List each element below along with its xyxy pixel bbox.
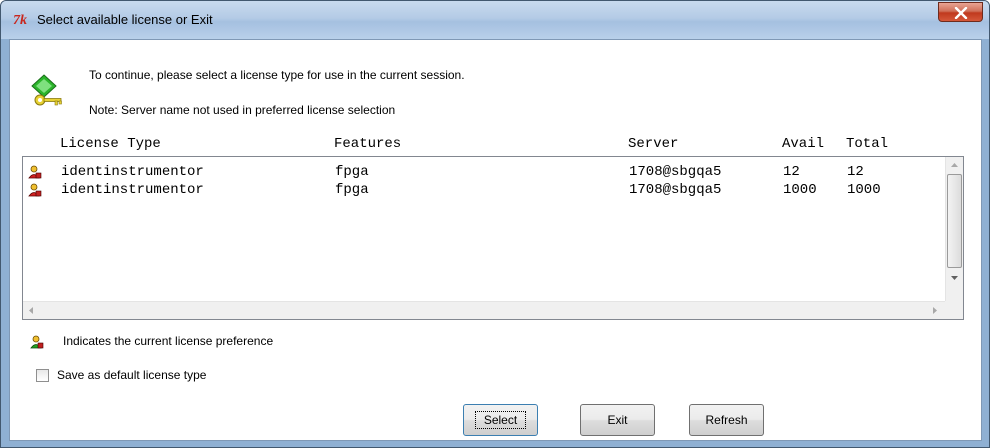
scroll-up-arrow-icon[interactable] — [946, 157, 963, 174]
server-cell: 1708@sbgqa5 — [629, 182, 722, 198]
column-header-avail: Avail — [782, 136, 825, 152]
save-default-checkbox[interactable] — [36, 369, 49, 382]
refresh-button-label: Refresh — [705, 413, 748, 427]
scroll-down-arrow-icon[interactable] — [946, 269, 963, 286]
avail-cell: 12 — [783, 164, 800, 180]
license-user-icon — [28, 165, 42, 179]
license-list[interactable]: identinstrumentor fpga 1708@sbgqa5 12 12… — [22, 156, 964, 320]
column-header-license-type: License Type — [60, 136, 161, 152]
avail-cell: 1000 — [783, 182, 817, 198]
select-button-label: Select — [474, 411, 527, 429]
total-cell: 1000 — [847, 182, 881, 198]
window-title: Select available license or Exit — [37, 12, 213, 27]
scrollbar-corner — [945, 301, 963, 319]
select-button[interactable]: Select — [463, 404, 538, 436]
column-header-total: Total — [846, 136, 889, 152]
close-icon — [954, 7, 968, 19]
svg-text:7k: 7k — [13, 13, 27, 28]
instruction-text: To continue, please select a license typ… — [89, 68, 465, 82]
features-cell: fpga — [335, 164, 369, 180]
license-type-cell: identinstrumentor — [61, 182, 204, 198]
preferred-license-icon — [30, 335, 44, 349]
vertical-scroll-thumb[interactable] — [947, 174, 962, 268]
tk-feather-icon: 7k — [13, 10, 33, 28]
server-cell: 1708@sbgqa5 — [629, 164, 722, 180]
save-default-label[interactable]: Save as default license type — [57, 368, 206, 382]
legend-text: Indicates the current license preference — [63, 334, 274, 348]
features-cell: fpga — [335, 182, 369, 198]
close-button[interactable] — [938, 2, 983, 22]
total-cell: 12 — [847, 164, 864, 180]
refresh-button[interactable]: Refresh — [689, 404, 764, 436]
exit-button-label: Exit — [607, 413, 628, 427]
license-user-icon — [28, 183, 42, 197]
scroll-right-arrow-icon[interactable] — [926, 302, 943, 319]
list-item[interactable]: identinstrumentor fpga 1708@sbgqa5 12 12 — [23, 163, 943, 181]
title-bar[interactable]: 7k Select available license or Exit — [1, 1, 989, 39]
list-item[interactable]: identinstrumentor fpga 1708@sbgqa5 1000 … — [23, 181, 943, 199]
license-type-cell: identinstrumentor — [61, 164, 204, 180]
scroll-left-arrow-icon[interactable] — [23, 302, 40, 319]
column-header-features: Features — [334, 136, 402, 152]
vertical-scrollbar[interactable] — [945, 157, 963, 303]
key-icon — [30, 74, 64, 108]
column-header-server: Server — [628, 136, 679, 152]
exit-button[interactable]: Exit — [580, 404, 655, 436]
horizontal-scrollbar[interactable] — [23, 301, 963, 319]
note-text: Note: Server name not used in preferred … — [89, 103, 396, 117]
